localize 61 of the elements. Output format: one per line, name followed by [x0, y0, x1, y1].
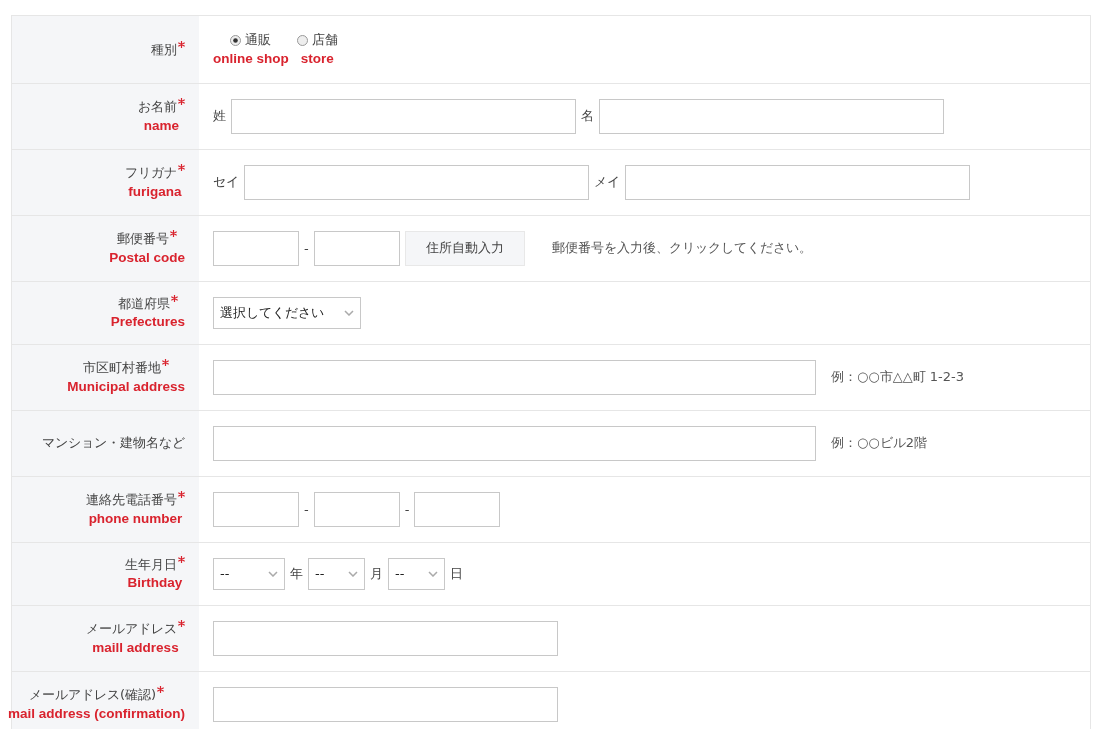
english-label: maill address [92, 639, 179, 657]
field-prefix: メイ [594, 173, 620, 192]
chevron-icon [344, 309, 354, 316]
hint-text: 例：○○市△△町 1-2-3 [831, 368, 964, 387]
english-label: Municipal address [67, 378, 185, 396]
english-label: name [143, 117, 180, 135]
radio-label: 店舗 [311, 31, 338, 49]
input-field[interactable] [414, 491, 501, 527]
input-field[interactable] [213, 425, 816, 461]
field-label: 郵便番号 [117, 230, 178, 248]
input-field[interactable] [213, 686, 558, 722]
dropdown[interactable]: -- [308, 557, 365, 590]
radio-label: 通販 [245, 31, 272, 49]
input-field[interactable] [625, 164, 970, 200]
chevron-icon [268, 570, 278, 577]
field-label: 連絡先電話番号 [86, 491, 185, 509]
input-field[interactable] [231, 98, 576, 134]
field-label: メールアドレス(確認) [28, 686, 165, 704]
field-prefix: - [304, 240, 309, 256]
english-label: furigana [128, 183, 182, 201]
hint-text: 郵便番号を入力後、クリックしてください。 [551, 239, 812, 258]
field-prefix: - [404, 501, 410, 517]
english-label: mail address (confirmation) [7, 705, 185, 723]
field-label: 市区町村番地 [83, 359, 170, 377]
input-field[interactable] [313, 230, 400, 266]
english-label: online shop [213, 51, 289, 68]
field-prefix: 日 [450, 564, 463, 583]
field-prefix: セイ [213, 173, 239, 192]
input-field[interactable] [213, 230, 299, 266]
english-label: Postal code [109, 249, 185, 267]
hint-text: 例：○○ビル2階 [831, 434, 927, 453]
english-label: store [300, 51, 334, 68]
chevron-icon [428, 570, 438, 577]
radio-button[interactable] [230, 34, 242, 46]
field-prefix: 年 [290, 564, 303, 583]
field-label: お名前 [138, 98, 185, 116]
english-label: Birthday [127, 575, 183, 592]
field-prefix: - [304, 501, 309, 517]
field-label: マンション・建物名など [42, 435, 185, 452]
chevron-icon [348, 570, 358, 577]
dropdown[interactable]: 選択してください [213, 296, 361, 329]
field-prefix: 姓 [213, 107, 226, 126]
radio-button[interactable] [296, 34, 308, 46]
english-label: phone number [88, 510, 183, 528]
field-label: 種別 [151, 40, 185, 59]
input-field[interactable] [213, 359, 816, 395]
field-prefix: 月 [370, 564, 383, 583]
field-label: 都道府県 [117, 294, 178, 313]
input-field[interactable] [244, 164, 589, 200]
field-label: 生年月日 [125, 555, 185, 574]
input-field[interactable] [599, 98, 944, 134]
english-label: Prefectures [110, 314, 185, 331]
input-field[interactable] [313, 491, 400, 527]
field-prefix: 名 [581, 107, 594, 126]
field-label: フリガナ [125, 164, 185, 182]
field-label: メールアドレス [86, 620, 185, 638]
autofill-button[interactable]: 住所自動入力 [404, 230, 525, 266]
input-field[interactable] [213, 620, 558, 656]
dropdown[interactable]: -- [213, 557, 285, 590]
input-field[interactable] [213, 491, 299, 527]
dropdown[interactable]: -- [388, 557, 445, 590]
